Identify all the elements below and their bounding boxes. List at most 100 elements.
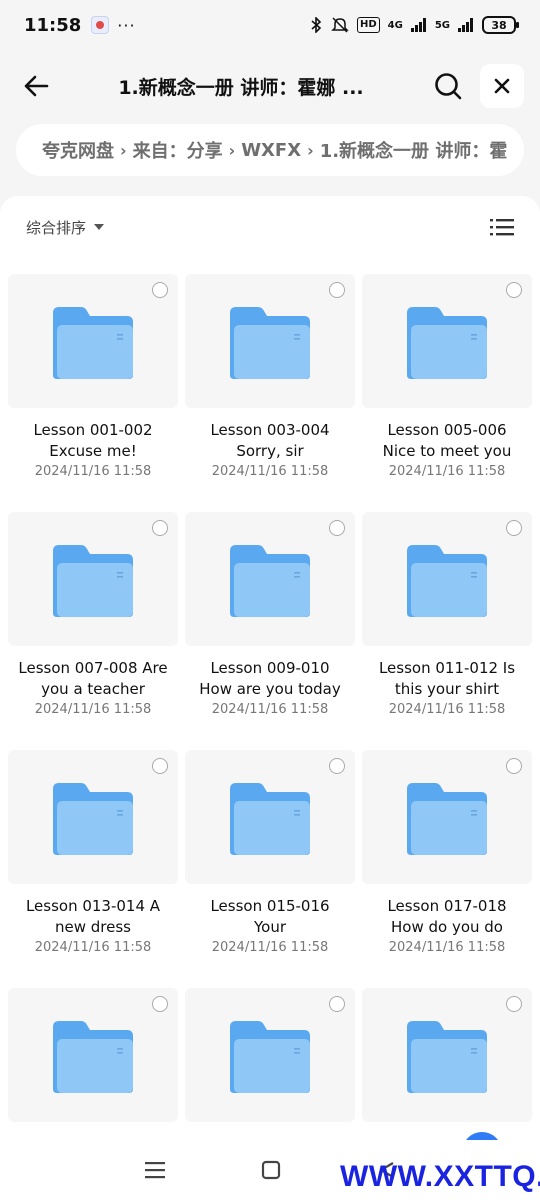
- more-notifications: ···: [117, 15, 136, 35]
- page-title: 1.新概念一册 讲师：霍娜 ...: [118, 76, 364, 99]
- file-browser: 综合排序 Lesson 001-002 Excuse me! 2024/11/16…: [0, 196, 540, 1200]
- select-radio[interactable]: [152, 520, 168, 536]
- folder-name: Lesson 017-018 How do you do: [387, 897, 507, 936]
- signal-icon: [410, 17, 427, 33]
- top-bar: 1.新概念一册 讲师：霍娜 ...: [0, 56, 540, 116]
- select-radio[interactable]: [329, 758, 345, 774]
- folder-name: Lesson 005-006 Nice to meet you: [382, 421, 512, 460]
- folder-name: Lesson 013-014 A new dress: [25, 897, 161, 936]
- folder-date: 2024/11/16 11:58: [211, 464, 329, 479]
- folder-name: Lesson 015-016 Your passport...lease ·: [210, 897, 330, 936]
- folder-date: 2024/11/16 11:58: [34, 940, 152, 955]
- menu-icon: [145, 1162, 165, 1179]
- folder-item[interactable]: Lesson 015-016 Your passport...lease · 20…: [185, 750, 355, 988]
- network-4g-label: 4G: [387, 19, 403, 31]
- chevron-right-icon: ›: [120, 140, 127, 160]
- folder-thumbnail: [8, 512, 178, 646]
- folder-date: 2024/11/16 11:58: [211, 702, 329, 717]
- sort-bar: 综合排序: [0, 196, 540, 258]
- folder-thumbnail: [8, 274, 178, 408]
- folder-date: 2024/11/16 11:58: [34, 464, 152, 479]
- folder-icon: [53, 1021, 133, 1093]
- select-radio[interactable]: [506, 996, 522, 1012]
- folder-date: 2024/11/16 11:58: [34, 702, 152, 717]
- folder-icon: [53, 307, 133, 379]
- folder-item[interactable]: Lesson 013-014 A new dress 2024/11/16 11:…: [8, 750, 178, 988]
- status-time: 11:58: [24, 14, 82, 36]
- folder-icon: [230, 545, 310, 617]
- folder-thumbnail: [362, 512, 532, 646]
- folder-icon: [407, 545, 487, 617]
- chevron-right-icon: ›: [307, 140, 314, 160]
- folder-item[interactable]: Lesson 009-010 How are you today 2024/11/…: [185, 512, 355, 750]
- back-button[interactable]: [18, 68, 54, 104]
- status-bar: 11:58 ··· HD 4G 5G 38: [0, 0, 540, 50]
- select-radio[interactable]: [506, 282, 522, 298]
- folder-date: 2024/11/16 11:58: [388, 702, 506, 717]
- breadcrumb-item-current[interactable]: 1.新概念一册 讲师：霍: [320, 137, 508, 163]
- folder-item[interactable]: Lesson 001-002 Excuse me! 2024/11/16 11:5…: [8, 274, 178, 512]
- folder-thumbnail: [8, 750, 178, 884]
- folder-thumbnail: [185, 512, 355, 646]
- folder-icon: [407, 307, 487, 379]
- folder-item[interactable]: Lesson 005-006 Nice to meet you 2024/11/1…: [362, 274, 532, 512]
- breadcrumb-item-root[interactable]: 夸克网盘: [42, 137, 114, 163]
- folder-icon: [230, 783, 310, 855]
- home-square-icon: [261, 1160, 281, 1180]
- folder-icon: [230, 1021, 310, 1093]
- folder-date: 2024/11/16 11:58: [388, 464, 506, 479]
- folder-icon: [230, 307, 310, 379]
- close-button[interactable]: [480, 64, 524, 108]
- view-toggle-button[interactable]: [488, 213, 516, 241]
- folder-thumbnail: [8, 988, 178, 1122]
- folder-thumbnail: [362, 988, 532, 1122]
- folder-icon: [407, 1021, 487, 1093]
- folder-thumbnail: [362, 750, 532, 884]
- home-button[interactable]: [256, 1155, 286, 1185]
- folder-icon: [53, 783, 133, 855]
- list-view-icon: [490, 219, 514, 236]
- folder-name: Lesson 007-008 Are you a teacher: [18, 659, 168, 698]
- select-radio[interactable]: [329, 520, 345, 536]
- select-radio[interactable]: [152, 282, 168, 298]
- breadcrumb-item-wxfx[interactable]: WXFX: [241, 140, 301, 161]
- caret-down-icon[interactable]: [94, 224, 105, 230]
- folder-date: 2024/11/16 11:58: [211, 940, 329, 955]
- network-5g-label: 5G: [434, 19, 450, 31]
- folder-name: Lesson 009-010 How are you today: [199, 659, 341, 698]
- select-radio[interactable]: [329, 282, 345, 298]
- folder-icon: [407, 783, 487, 855]
- breadcrumb: 夸克网盘 › 来自：分享 › WXFX › 1.新概念一册 讲师：霍: [16, 124, 524, 176]
- menu-button[interactable]: [140, 1155, 170, 1185]
- battery-icon: 38: [482, 16, 519, 34]
- bluetooth-icon: [309, 17, 323, 33]
- search-button[interactable]: [428, 66, 468, 106]
- search-icon: [435, 73, 462, 100]
- folder-item[interactable]: Lesson 011-012 Is this your shirt 2024/11…: [362, 512, 532, 750]
- folder-name: Lesson 001-002 Excuse me!: [33, 421, 153, 460]
- folder-date: 2024/11/16 11:58: [388, 940, 506, 955]
- select-radio[interactable]: [152, 996, 168, 1012]
- folder-thumbnail: [185, 274, 355, 408]
- folder-thumbnail: [185, 750, 355, 884]
- folder-name: Lesson 003-004 Sorry, sir: [210, 421, 330, 460]
- folder-item[interactable]: Lesson 003-004 Sorry, sir 2024/11/16 11:5…: [185, 274, 355, 512]
- status-icons: HD 4G 5G 38: [309, 16, 519, 34]
- select-radio[interactable]: [152, 758, 168, 774]
- watermark-text: WWW.XXTTQ.COM: [340, 1160, 540, 1193]
- folder-item[interactable]: Lesson 007-008 Are you a teacher 2024/11/…: [8, 512, 178, 750]
- mute-icon: [331, 17, 349, 33]
- folder-thumbnail: [185, 988, 355, 1122]
- folder-thumbnail: [362, 274, 532, 408]
- breadcrumb-item-share[interactable]: 来自：分享: [133, 137, 223, 163]
- folder-icon: [53, 545, 133, 617]
- hd-icon: HD: [356, 17, 380, 33]
- file-grid: Lesson 001-002 Excuse me! 2024/11/16 11:5…: [8, 274, 532, 1200]
- select-radio[interactable]: [506, 520, 522, 536]
- signal-icon-2: [458, 17, 474, 33]
- sort-dropdown[interactable]: 综合排序: [26, 217, 86, 238]
- select-radio[interactable]: [506, 758, 522, 774]
- select-radio[interactable]: [329, 996, 345, 1012]
- close-icon: [494, 78, 510, 94]
- folder-item[interactable]: Lesson 017-018 How do you do 2024/11/16 1…: [362, 750, 532, 988]
